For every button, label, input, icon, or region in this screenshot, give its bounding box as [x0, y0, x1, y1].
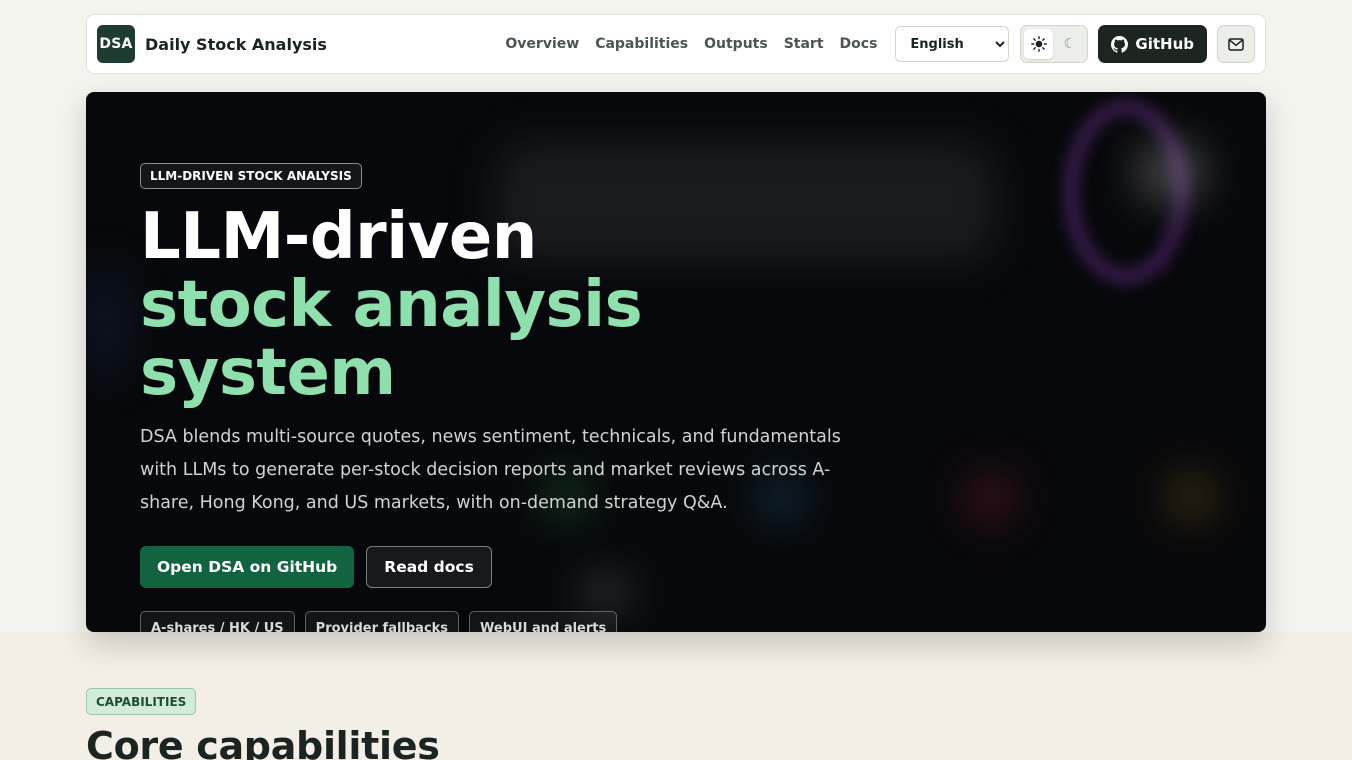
brand-name[interactable]: Daily Stock Analysis [145, 35, 327, 54]
read-docs-button[interactable]: Read docs [366, 546, 492, 588]
hero-headline-line2: stock analysis system [140, 268, 643, 410]
mail-icon [1228, 37, 1244, 51]
blurred-light-shape [1136, 142, 1206, 202]
moon-icon[interactable]: ☾ [1055, 29, 1084, 59]
open-github-button[interactable]: Open DSA on GitHub [140, 546, 355, 588]
hero-eyebrow-badge: LLM-DRIVEN STOCK ANALYSIS [140, 163, 362, 189]
hero-section: LLM-DRIVEN STOCK ANALYSIS LLM-driven sto… [86, 92, 1266, 632]
capabilities-title: Core capabilities [86, 724, 440, 760]
github-label: GitHub [1135, 35, 1194, 53]
tag-provider-fallbacks: Provider fallbacks [304, 611, 460, 632]
blurred-edge-shape [86, 262, 126, 382]
github-icon [1111, 35, 1129, 53]
hero-actions: Open DSA on GitHub Read docs [140, 546, 900, 588]
sun-icon[interactable] [1024, 29, 1054, 59]
theme-toggle: ☾ [1020, 25, 1089, 63]
nav-link-start[interactable]: Start [784, 36, 824, 52]
github-button[interactable]: GitHub [1098, 25, 1207, 63]
hero-tags: A-shares / HK / US Provider fallbacks We… [140, 611, 900, 632]
nav-link-outputs[interactable]: Outputs [704, 36, 768, 52]
top-navbar: DSA Daily Stock Analysis Overview Capabi… [86, 14, 1266, 74]
nav-link-capabilities[interactable]: Capabilities [595, 36, 688, 52]
hero-description: DSA blends multi-source quotes, news sen… [140, 427, 841, 513]
hero-content: LLM-DRIVEN STOCK ANALYSIS LLM-driven sto… [140, 163, 900, 632]
tag-webui-alerts: WebUI and alerts [469, 611, 618, 632]
blurred-amber-dot [1166, 472, 1216, 522]
blurred-red-dot [966, 472, 1016, 522]
nav-links: Overview Capabilities Outputs Start Docs [505, 36, 877, 52]
hero-headline-line1: LLM-driven [140, 200, 537, 274]
nav-link-docs[interactable]: Docs [840, 36, 878, 52]
mail-button[interactable] [1217, 25, 1255, 63]
dsa-logo[interactable]: DSA [97, 25, 135, 63]
capabilities-badge: CAPABILITIES [86, 688, 197, 715]
language-select[interactable]: English [895, 26, 1010, 62]
tag-markets: A-shares / HK / US [140, 611, 295, 632]
nav-link-overview[interactable]: Overview [505, 36, 579, 52]
